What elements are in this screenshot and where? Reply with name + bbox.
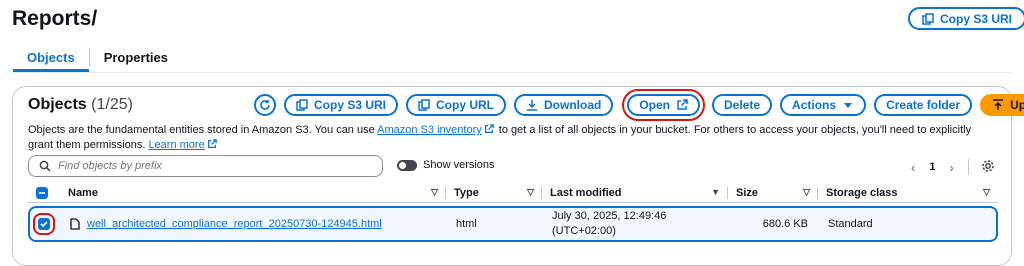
file-name-link[interactable]: well_architected_compliance_report_20250… [87, 218, 382, 230]
column-size-label: Size [736, 186, 759, 199]
sort-icon: ▽ [431, 186, 438, 197]
row-storage-class-cell: Standard [820, 206, 990, 242]
download-label: Download [544, 98, 602, 112]
objects-toolbar: Copy S3 URI Copy URL Download Open Delet… [254, 89, 1024, 121]
copy-s3-uri-button-header[interactable]: Copy S3 URI [908, 7, 1024, 30]
row-storage-class: Standard [828, 218, 873, 230]
row-size: 680.6 KB [762, 218, 808, 230]
row-last-modified: July 30, 2025, 12:49:46 [552, 210, 667, 222]
search-input[interactable] [58, 160, 358, 172]
sort-active-icon: ▼ [711, 186, 720, 197]
objects-description: Objects are the fundamental entities sto… [28, 123, 988, 153]
objects-count: (1/25) [91, 96, 133, 113]
copy-icon [296, 99, 308, 111]
pagination: ‹ 1 › [911, 159, 969, 175]
tab-properties[interactable]: Properties [90, 44, 182, 72]
delete-label: Delete [724, 98, 761, 112]
row-type-cell: html [448, 206, 544, 242]
row-type: html [456, 218, 477, 230]
create-folder-label: Create folder [886, 98, 961, 112]
objects-panel: Objects (1/25) Copy S3 URI Copy URL Down… [12, 86, 1024, 266]
show-versions-toggle[interactable] [397, 159, 417, 171]
column-last-modified[interactable]: Last modified ▼ [542, 183, 728, 203]
table-header: Name ▽ Type ▽ Last modified ▼ Size ▽ Sto… [28, 183, 998, 203]
external-link-icon [677, 99, 688, 110]
show-versions-label: Show versions [423, 159, 495, 171]
column-type-label: Type [454, 186, 479, 199]
sort-icon: ▽ [983, 186, 990, 197]
sort-icon: ▽ [803, 186, 810, 197]
open-button[interactable]: Open [622, 89, 705, 121]
search-box [28, 155, 383, 177]
page-title: Reports/ [12, 7, 98, 30]
s3-inventory-link[interactable]: Amazon S3 inventory [377, 124, 482, 136]
download-button[interactable]: Download [514, 94, 614, 116]
objects-heading: Objects (1/25) [28, 96, 133, 114]
sort-icon: ▽ [527, 186, 534, 197]
copy-url-label: Copy URL [436, 98, 495, 112]
tabs: Objects Properties [13, 44, 182, 72]
next-page-icon[interactable]: › [949, 160, 953, 175]
row-select-cell [30, 206, 62, 242]
upload-button[interactable]: Upload [980, 94, 1024, 116]
create-folder-button[interactable]: Create folder [874, 94, 973, 116]
table-row[interactable]: well_architected_compliance_report_20250… [28, 206, 998, 242]
actions-dropdown[interactable]: Actions [780, 94, 867, 116]
delete-button[interactable]: Delete [712, 94, 773, 116]
minus-icon [39, 191, 45, 194]
row-name-cell: well_architected_compliance_report_20250… [62, 206, 448, 242]
copy-s3-uri-label: Copy S3 URI [314, 98, 387, 112]
tab-objects[interactable]: Objects [13, 44, 89, 72]
column-name[interactable]: Name ▽ [60, 183, 446, 203]
copy-s3-uri-label: Copy S3 URI [940, 11, 1013, 26]
row-size-cell: 680.6 KB [730, 206, 820, 242]
column-storage-class[interactable]: Storage class ▽ [818, 183, 998, 203]
current-page[interactable]: 1 [929, 161, 935, 173]
caret-down-icon [844, 103, 853, 108]
gear-icon[interactable] [981, 159, 995, 173]
column-last-modified-label: Last modified [550, 186, 622, 199]
show-versions: Show versions [397, 159, 495, 171]
refresh-button[interactable] [254, 94, 276, 116]
pagination-divider [967, 159, 969, 175]
column-storage-class-label: Storage class [826, 186, 898, 199]
check-icon [40, 221, 48, 228]
copy-url-button[interactable]: Copy URL [406, 94, 507, 116]
select-all-cell [28, 183, 60, 203]
column-size[interactable]: Size ▽ [728, 183, 818, 203]
upload-label: Upload [1010, 98, 1024, 112]
search-icon [39, 160, 51, 172]
column-name-label: Name [68, 186, 98, 199]
actions-label: Actions [792, 98, 837, 112]
row-timezone: (UTC+02:00) [552, 225, 616, 237]
external-link-icon [484, 124, 494, 133]
upload-icon [993, 99, 1004, 110]
learn-more-link[interactable]: Learn more [148, 139, 204, 151]
copy-icon [922, 12, 934, 25]
download-icon [527, 100, 538, 111]
copy-icon [418, 99, 430, 111]
open-label: Open [639, 98, 671, 112]
refresh-icon [260, 100, 270, 110]
prev-page-icon[interactable]: ‹ [911, 160, 915, 175]
row-last-modified-cell: July 30, 2025, 12:49:46 (UTC+02:00) [544, 206, 730, 242]
file-icon [70, 218, 80, 230]
description-text: Objects are the fundamental entities sto… [28, 124, 378, 136]
select-all-checkbox[interactable] [36, 186, 48, 199]
row-checkbox[interactable] [33, 213, 55, 235]
column-type[interactable]: Type ▽ [446, 183, 542, 203]
tabs-divider [12, 72, 1012, 73]
copy-s3-uri-button[interactable]: Copy S3 URI [284, 94, 399, 116]
external-link-icon [207, 139, 217, 148]
objects-title: Objects [28, 96, 87, 113]
